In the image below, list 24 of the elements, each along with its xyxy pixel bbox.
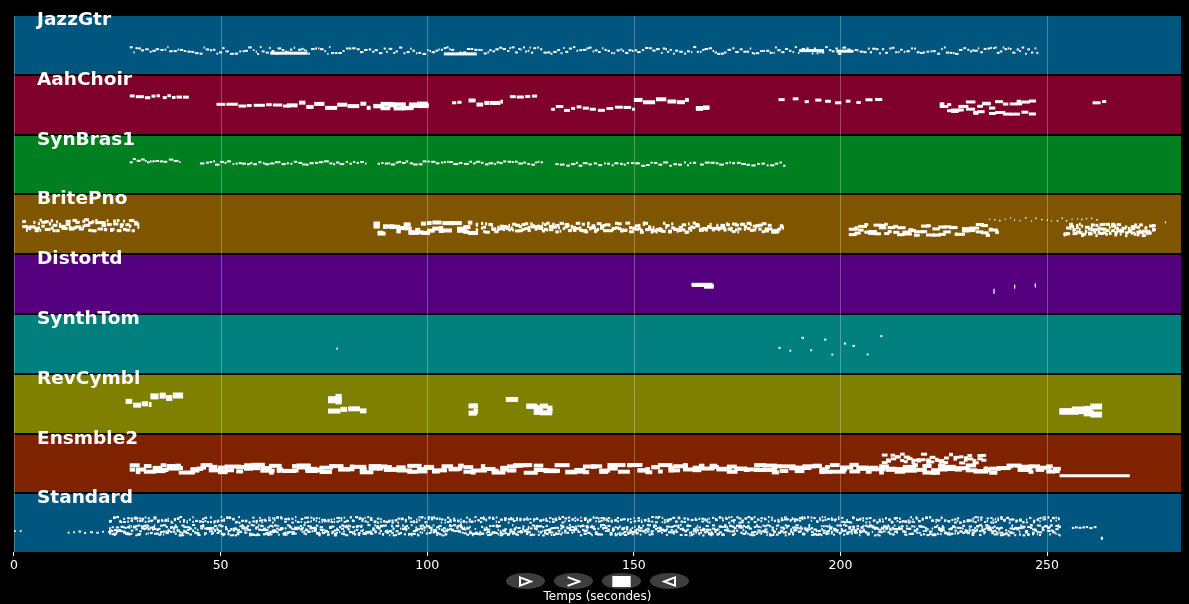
forward-button[interactable] (554, 573, 593, 590)
track-label: Ensmble2 (37, 427, 139, 448)
track-label: Standard (37, 487, 133, 508)
track-label: AahChoir (37, 68, 132, 89)
axis-title: Temps (secondes) (543, 589, 652, 604)
chevron-right-icon (566, 575, 581, 587)
tick-label: 150 (621, 557, 646, 573)
track-label: RevCymbl (37, 367, 141, 388)
stop-icon (612, 575, 631, 587)
tick-label: 100 (415, 557, 440, 573)
triangle-left-icon (662, 575, 677, 587)
tick-label: 0 (10, 557, 18, 573)
track-label: SynthTom (37, 308, 140, 328)
track-label: JazzGtr (37, 9, 112, 29)
triangle-right-icon (518, 575, 533, 587)
tick-label: 200 (828, 557, 853, 573)
tick-label: 50 (212, 557, 229, 573)
track-label: BritePno (37, 188, 128, 209)
track-label: Distortd (37, 248, 123, 269)
track-label: SynBras1 (37, 128, 136, 149)
stop-button[interactable] (602, 573, 641, 590)
play-button[interactable] (506, 573, 545, 590)
back-button[interactable] (650, 573, 689, 590)
tick-label: 250 (1035, 557, 1059, 573)
